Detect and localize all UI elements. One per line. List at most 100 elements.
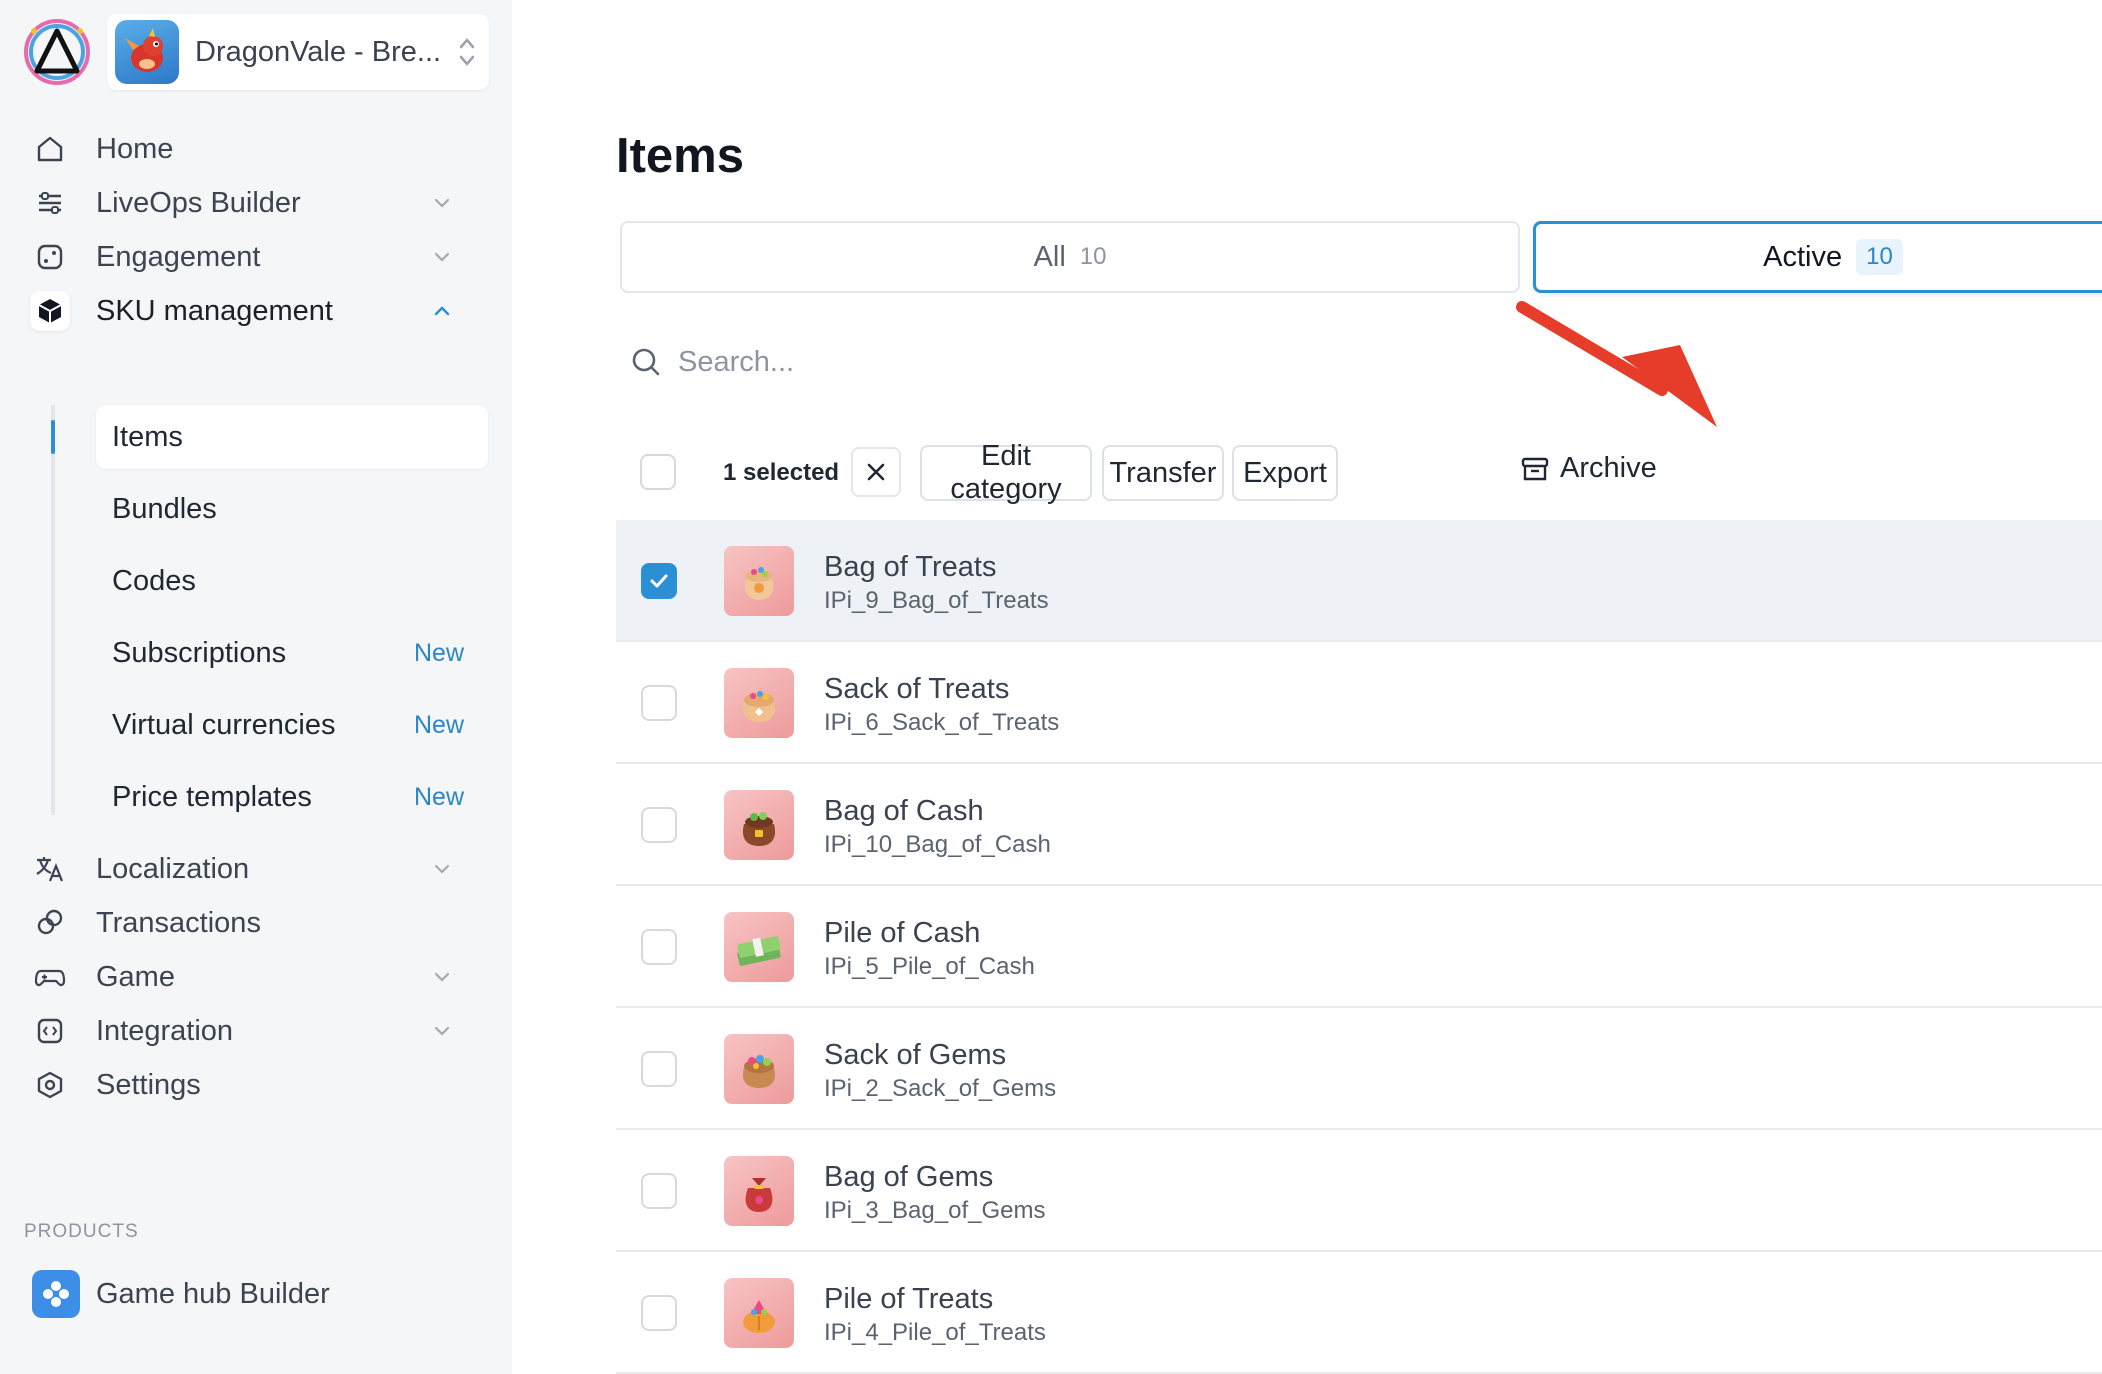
table-row[interactable]: Bag of Gems IPi_3_Bag_of_Gems <box>616 1130 2102 1252</box>
tab-all[interactable]: All 10 <box>620 221 1520 293</box>
chevron-down-icon <box>434 1026 450 1036</box>
product-game-hub-builder[interactable]: Game hub Builder <box>32 1266 330 1322</box>
tab-count: 10 <box>1079 243 1107 270</box>
gamepad-icon <box>30 957 70 997</box>
row-checkbox[interactable] <box>641 929 677 965</box>
tab-label: Active <box>1763 240 1843 273</box>
chevron-updown-icon <box>459 38 475 66</box>
archive-button[interactable]: Archive <box>1520 452 1657 485</box>
table-row[interactable]: Bag of Cash IPi_10_Bag_of_Cash <box>616 764 2102 886</box>
nav-label: Home <box>96 132 174 165</box>
item-thumbnail <box>724 668 794 738</box>
sub-item-label: Items <box>112 420 183 453</box>
row-checkbox[interactable] <box>641 807 677 843</box>
clear-selection-button[interactable] <box>851 447 901 497</box>
tab-label: All <box>1033 240 1066 273</box>
tab-count: 10 <box>1856 239 1903 275</box>
sub-item-label: Virtual currencies <box>112 708 336 741</box>
nav-label: Localization <box>96 852 250 885</box>
sub-item-label: Bundles <box>112 492 217 525</box>
nav-home[interactable]: Home <box>30 119 490 179</box>
page-title: Items <box>616 129 745 183</box>
search-bar <box>630 340 1078 384</box>
chevron-up-icon <box>434 306 450 316</box>
new-badge: New <box>413 782 464 811</box>
hexagon-gear-icon <box>30 1065 70 1105</box>
table-row[interactable]: Pile of Treats IPi_4_Pile_of_Treats <box>616 1252 2102 1374</box>
item-sku: IPi_2_Sack_of_Gems <box>824 1075 1057 1102</box>
item-thumbnail <box>724 546 794 616</box>
item-name: Pile of Cash <box>824 917 981 949</box>
sub-item-codes[interactable]: Codes <box>96 549 488 613</box>
sliders-icon <box>30 183 70 223</box>
nav-liveops-builder[interactable]: LiveOps Builder <box>30 173 490 233</box>
table-row[interactable]: Sack of Gems IPi_2_Sack_of_Gems <box>616 1008 2102 1130</box>
table-row[interactable]: Bag of Treats IPi_9_Bag_of_Treats <box>616 520 2102 642</box>
translate-icon <box>30 849 70 889</box>
item-sku: IPi_9_Bag_of_Treats <box>824 587 1049 614</box>
game-hub-icon <box>32 1270 80 1318</box>
annotation-arrow-icon <box>1516 301 1717 427</box>
sub-item-price-templates[interactable]: Price templates New <box>96 765 488 829</box>
nav-integration[interactable]: Integration <box>30 1001 490 1061</box>
nav-label: SKU management <box>96 294 333 327</box>
code-icon <box>30 1011 70 1051</box>
sub-item-label: Price templates <box>112 780 312 813</box>
table-row[interactable]: Pile of Cash IPi_5_Pile_of_Cash <box>616 886 2102 1008</box>
sub-item-label: Codes <box>112 564 196 597</box>
export-button[interactable]: Export <box>1232 445 1338 501</box>
nav-game[interactable]: Game <box>30 947 490 1007</box>
item-name: Sack of Gems <box>824 1039 1007 1071</box>
item-thumbnail <box>724 1034 794 1104</box>
chevron-down-icon <box>434 252 450 262</box>
nav-label: Transactions <box>96 906 261 939</box>
sidebar: DragonVale - Bre... Home LiveOps Builder… <box>0 0 512 1374</box>
sub-item-virtual-currencies[interactable]: Virtual currencies New <box>96 693 488 757</box>
brand-logo[interactable] <box>22 17 92 87</box>
item-thumbnail <box>724 912 794 982</box>
item-name: Pile of Treats <box>824 1283 994 1315</box>
sub-item-bundles[interactable]: Bundles <box>96 477 488 541</box>
item-thumbnail <box>724 1156 794 1226</box>
sub-item-subscriptions[interactable]: Subscriptions New <box>96 621 488 685</box>
archive-label: Archive <box>1560 452 1657 484</box>
nav-label: LiveOps Builder <box>96 186 301 219</box>
app-switcher[interactable]: DragonVale - Bre... <box>107 14 489 90</box>
edit-category-button[interactable]: Edit category <box>920 440 1092 505</box>
item-sku: IPi_3_Bag_of_Gems <box>824 1197 1046 1224</box>
row-checkbox[interactable] <box>641 1295 677 1331</box>
product-label: Game hub Builder <box>96 1277 330 1310</box>
nav-label: Settings <box>96 1068 201 1101</box>
main-content: Items All 10 Active 10 1 selected Edit c… <box>512 0 2102 1374</box>
submenu-active-indicator <box>51 420 55 454</box>
nav-localization[interactable]: Localization <box>30 839 490 899</box>
table-row[interactable]: Sack of Treats IPi_6_Sack_of_Treats <box>616 642 2102 764</box>
row-checkbox[interactable] <box>641 563 677 599</box>
row-checkbox[interactable] <box>641 685 677 721</box>
item-sku: IPi_10_Bag_of_Cash <box>824 831 1051 858</box>
nav-sku-management[interactable]: SKU management <box>30 281 490 341</box>
nav-settings[interactable]: Settings <box>30 1055 490 1115</box>
transactions-icon <box>30 903 70 943</box>
item-sku: IPi_6_Sack_of_Treats <box>824 709 1060 736</box>
search-icon <box>632 348 660 376</box>
nav-label: Engagement <box>96 240 261 273</box>
search-input[interactable] <box>678 345 1078 379</box>
chevron-down-icon <box>434 972 450 982</box>
dice-icon <box>30 237 70 277</box>
sub-item-items[interactable]: Items <box>96 405 488 469</box>
check-icon <box>650 574 668 588</box>
item-name: Bag of Cash <box>824 795 984 827</box>
item-thumbnail <box>724 1278 794 1348</box>
new-badge: New <box>413 638 464 667</box>
nav-engagement[interactable]: Engagement <box>30 227 490 287</box>
transfer-button[interactable]: Transfer <box>1102 445 1224 501</box>
select-all-checkbox[interactable] <box>640 454 676 490</box>
nav-transactions[interactable]: Transactions <box>30 893 490 953</box>
tab-active[interactable]: Active 10 <box>1533 221 2102 293</box>
products-section-label: PRODUCTS <box>24 1221 139 1242</box>
app-icon <box>115 20 179 84</box>
row-checkbox[interactable] <box>641 1173 677 1209</box>
row-checkbox[interactable] <box>641 1051 677 1087</box>
chevron-down-icon <box>434 864 450 874</box>
